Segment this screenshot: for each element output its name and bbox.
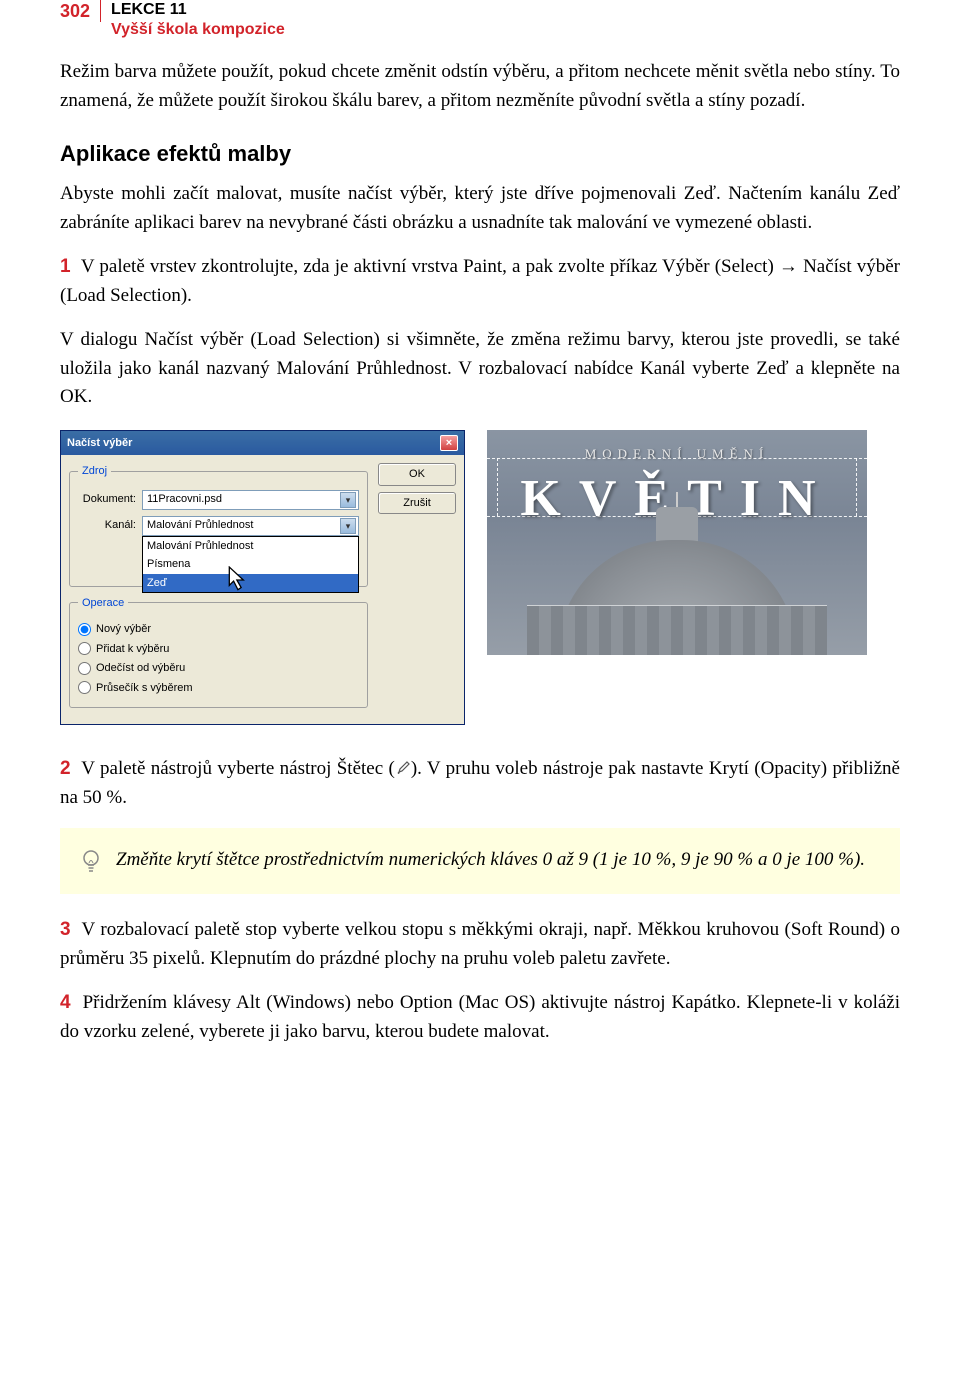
- lesson-label: LEKCE 11: [111, 0, 285, 20]
- page-header: 302 LEKCE 11 Vyšší škola kompozice: [60, 0, 900, 40]
- channel-dropdown: Malování Průhlednost Písmena Zeď: [142, 536, 359, 594]
- lesson-title: Vyšší škola kompozice: [111, 20, 285, 40]
- channel-label: Kanál:: [78, 517, 136, 534]
- step-2: 2 V paletě nástrojů vyberte nástroj Štět…: [60, 755, 900, 812]
- step-number: 4: [60, 992, 71, 1013]
- dialog-title: Načíst výběr: [67, 435, 132, 452]
- radio-label: Přidat k výběru: [96, 641, 169, 658]
- dropdown-option[interactable]: Písmena: [143, 555, 358, 574]
- tip-box: Změňte krytí štětce prostřednictvím nume…: [60, 828, 900, 894]
- source-fieldset: Zdroj Dokument: 11Pracovni.psd ▾ Kanál:: [69, 463, 368, 587]
- step-1b: V dialogu Načíst výběr (Load Selection) …: [60, 326, 900, 412]
- radio-add[interactable]: [78, 642, 91, 655]
- channel-value: Malování Průhlednost: [147, 517, 253, 534]
- load-selection-dialog: Načíst výběr × Zdroj Dokument: 11Pracovn…: [60, 430, 465, 726]
- step-text: Přidržením klávesy Alt (Windows) nebo Op…: [60, 992, 900, 1042]
- preview-image: MODERNÍ UMĚNÍ KVĚTIN: [487, 430, 867, 655]
- dome-illustration: [547, 505, 807, 655]
- channel-combobox[interactable]: Malování Průhlednost ▾ Malování Průhledn…: [142, 516, 359, 536]
- source-legend: Zdroj: [78, 463, 111, 480]
- brush-icon: [395, 758, 411, 779]
- tip-text: Změňte krytí štětce prostřednictvím nume…: [116, 846, 865, 876]
- step-number: 2: [60, 758, 71, 779]
- radio-new[interactable]: [78, 623, 91, 636]
- operation-fieldset: Operace Nový výběr Přidat k výběru Odečí…: [69, 595, 368, 709]
- radio-intersect[interactable]: [78, 681, 91, 694]
- step-text: V rozbalovací paletě stop vyberte velkou…: [60, 919, 900, 969]
- radio-label: Odečíst od výběru: [96, 660, 185, 677]
- step-text: V paletě vrstev zkontrolujte, zda je akt…: [60, 256, 900, 306]
- cancel-button[interactable]: Zrušit: [378, 492, 456, 515]
- radio-label: Průsečík s výběrem: [96, 680, 193, 697]
- dropdown-option-selected[interactable]: Zeď: [143, 574, 358, 593]
- ok-button[interactable]: OK: [378, 463, 456, 486]
- step-3: 3 V rozbalovací paletě stop vyberte velk…: [60, 916, 900, 973]
- close-icon[interactable]: ×: [440, 435, 458, 451]
- radio-label: Nový výběr: [96, 621, 151, 638]
- paragraph: Abyste mohli začít malovat, musíte načís…: [60, 180, 900, 237]
- step-text: V paletě nástrojů vyberte nástroj Štětec…: [81, 758, 395, 779]
- dialog-titlebar[interactable]: Načíst výběr ×: [61, 431, 464, 456]
- lightbulb-icon: [80, 848, 102, 876]
- operation-legend: Operace: [78, 595, 128, 612]
- document-label: Dokument:: [78, 491, 136, 508]
- dropdown-option[interactable]: Malování Průhlednost: [143, 537, 358, 556]
- step-1a: 1 V paletě vrstev zkontrolujte, zda je a…: [60, 253, 900, 310]
- step-4: 4 Přidržením klávesy Alt (Windows) nebo …: [60, 989, 900, 1046]
- radio-subtract[interactable]: [78, 662, 91, 675]
- document-value: 11Pracovni.psd: [147, 491, 222, 508]
- document-combobox[interactable]: 11Pracovni.psd ▾: [142, 490, 359, 510]
- page-number: 302: [60, 0, 101, 22]
- chevron-down-icon[interactable]: ▾: [340, 492, 356, 508]
- step-number: 3: [60, 919, 71, 940]
- chevron-down-icon[interactable]: ▾: [340, 518, 356, 534]
- section-heading: Aplikace efektů malby: [60, 137, 900, 170]
- step-number: 1: [60, 256, 71, 277]
- intro-paragraph: Režim barva můžete použít, pokud chcete …: [60, 58, 900, 115]
